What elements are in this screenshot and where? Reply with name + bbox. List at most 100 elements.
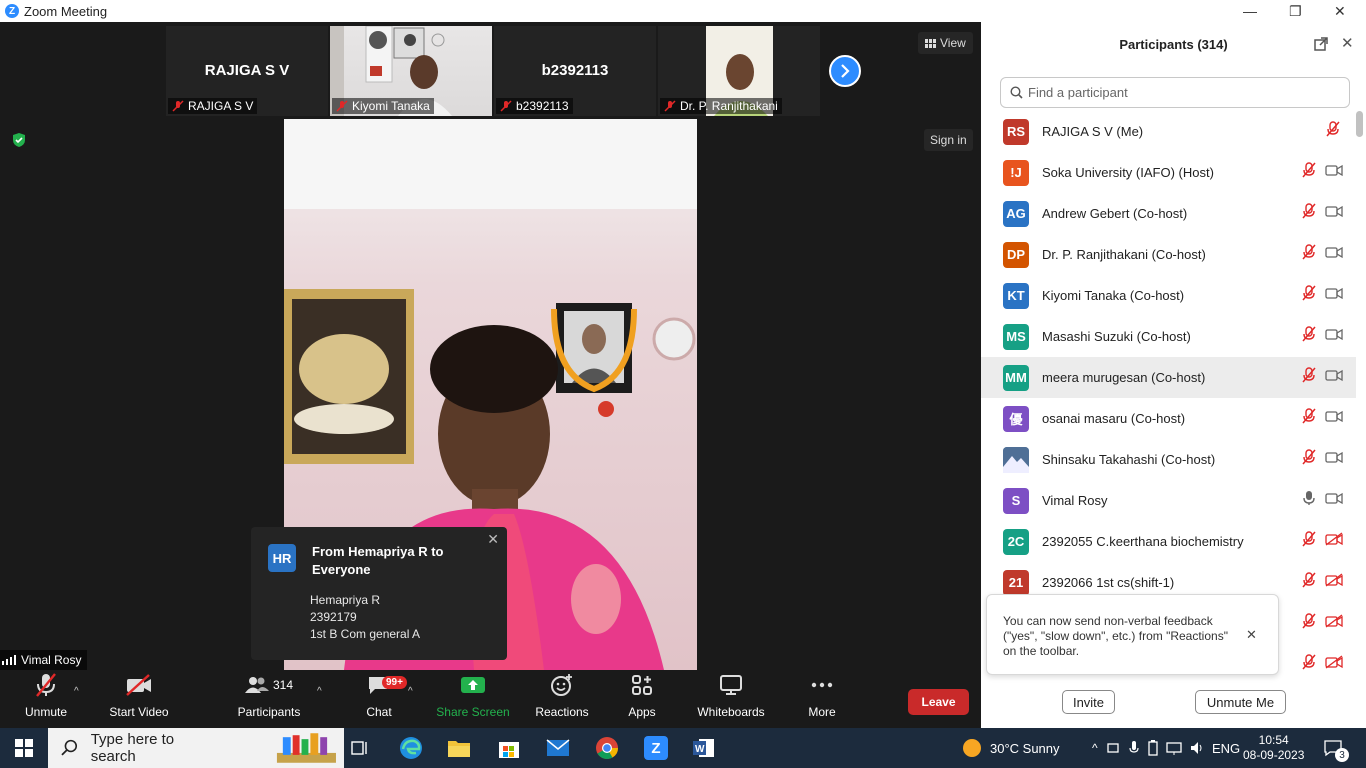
taskbar-search[interactable]: Type here to search — [48, 728, 344, 768]
thumbnail-tile[interactable]: b2392113 b2392113 — [494, 26, 656, 116]
whiteboard-icon — [720, 675, 742, 695]
share-screen-button[interactable]: Share Screen — [436, 670, 510, 728]
muted-mic-icon[interactable] — [1301, 285, 1317, 306]
muted-mic-icon[interactable] — [1301, 162, 1317, 183]
video-off-icon[interactable] — [1325, 573, 1343, 592]
windows-start-icon[interactable] — [12, 736, 36, 760]
taskbar-search-placeholder: Type here to search — [90, 731, 175, 765]
participants-button[interactable]: 314 Participants — [236, 670, 302, 728]
chat-notification[interactable]: HR From Hemapriya R to Everyone ✕ Hemapr… — [251, 527, 507, 660]
meeting-area: RAJIGA S V RAJIGA S V Kiyomi Tanaka b239… — [0, 22, 981, 728]
video-camera-icon[interactable] — [1325, 491, 1343, 510]
muted-mic-icon[interactable] — [1301, 654, 1317, 671]
next-page-button[interactable] — [829, 55, 861, 87]
video-off-icon[interactable] — [1325, 655, 1343, 671]
video-camera-icon[interactable] — [1325, 450, 1343, 469]
view-button[interactable]: View — [918, 32, 973, 54]
unmute-me-button[interactable]: Unmute Me — [1195, 690, 1286, 714]
thumbnail-tile[interactable]: Dr. P. Ranjithakani — [658, 26, 820, 116]
mail-icon[interactable] — [546, 736, 570, 760]
sign-in-button[interactable]: Sign in — [924, 129, 973, 151]
participant-row[interactable]: AG Andrew Gebert (Co-host) — [981, 193, 1356, 234]
whiteboards-button[interactable]: Whiteboards — [694, 670, 768, 728]
close-window-icon[interactable]: ✕ — [1334, 3, 1346, 20]
leave-button[interactable]: Leave — [908, 689, 969, 715]
muted-mic-icon[interactable] — [1301, 244, 1317, 265]
network-icon[interactable] — [1165, 741, 1182, 755]
participant-avatar: AG — [1003, 200, 1029, 227]
notifications-button[interactable]: 3 — [1324, 728, 1349, 768]
muted-mic-icon[interactable] — [1301, 326, 1317, 347]
muted-mic-icon[interactable] — [1301, 449, 1317, 470]
video-camera-icon[interactable] — [1325, 368, 1343, 387]
minimize-window-icon[interactable]: — — [1243, 3, 1257, 19]
participant-row[interactable]: RS RAJIGA S V (Me) — [981, 111, 1356, 152]
participant-row[interactable]: 優 osanai masaru (Co-host) — [981, 398, 1356, 439]
participant-row[interactable]: DP Dr. P. Ranjithakani (Co-host) — [981, 234, 1356, 275]
task-view-icon[interactable] — [348, 736, 372, 760]
weather-widget[interactable]: 30°C Sunny — [962, 728, 1060, 768]
restore-window-icon[interactable]: ❐ — [1289, 3, 1302, 20]
apps-button[interactable]: Apps — [624, 670, 660, 728]
close-panel-icon[interactable]: ✕ — [1341, 34, 1354, 52]
participant-search[interactable] — [1000, 77, 1350, 108]
security-shield-icon[interactable] — [11, 132, 27, 153]
participant-row[interactable]: MM meera murugesan (Co-host) — [981, 357, 1356, 398]
language-indicator[interactable]: ENG — [1212, 728, 1240, 768]
video-camera-icon[interactable] — [1325, 163, 1343, 182]
reactions-label: Reactions — [535, 705, 589, 719]
participant-row[interactable]: KT Kiyomi Tanaka (Co-host) — [981, 275, 1356, 316]
video-camera-icon[interactable] — [1325, 204, 1343, 223]
camera-tray-icon[interactable] — [1106, 741, 1120, 755]
video-camera-icon[interactable] — [1325, 327, 1343, 346]
invite-button[interactable]: Invite — [1062, 690, 1115, 714]
video-camera-icon[interactable] — [1325, 286, 1343, 305]
muted-mic-icon[interactable] — [1301, 203, 1317, 224]
muted-mic-icon[interactable] — [1301, 367, 1317, 388]
unmute-button[interactable]: Unmute — [18, 670, 74, 728]
thumbnail-tile[interactable]: RAJIGA S V RAJIGA S V — [166, 26, 328, 116]
participant-list-scrollbar[interactable] — [1356, 111, 1363, 671]
participant-row[interactable]: S Vimal Rosy — [981, 480, 1356, 521]
word-app-icon[interactable]: W — [692, 736, 716, 760]
participant-avatar: 優 — [1003, 405, 1029, 432]
muted-mic-icon[interactable] — [1301, 531, 1317, 552]
muted-mic-icon[interactable] — [1301, 572, 1317, 593]
muted-mic-icon[interactable] — [1325, 121, 1341, 142]
chrome-browser-icon[interactable] — [595, 736, 619, 760]
microsoft-store-icon[interactable] — [497, 736, 521, 760]
more-button[interactable]: More — [802, 670, 842, 728]
search-input[interactable] — [1028, 85, 1328, 100]
video-camera-icon[interactable] — [1325, 245, 1343, 264]
microphone-tray-icon[interactable] — [1128, 740, 1140, 756]
audio-options-chevron-icon[interactable]: ^ — [74, 686, 79, 697]
books-icon — [277, 733, 337, 763]
edge-browser-icon[interactable] — [399, 736, 423, 760]
close-icon[interactable]: ✕ — [487, 531, 499, 548]
clock[interactable]: 10:54 08-09-2023 — [1243, 728, 1304, 768]
popout-icon[interactable] — [1314, 37, 1328, 56]
speaker-icon[interactable] — [1190, 741, 1206, 755]
close-tip-icon[interactable]: ✕ — [1246, 627, 1257, 643]
chat-options-chevron-icon[interactable]: ^ — [408, 686, 413, 697]
participant-row[interactable]: MS Masashi Suzuki (Co-host) — [981, 316, 1356, 357]
chevron-up-icon[interactable]: ^ — [1092, 741, 1098, 755]
battery-icon[interactable] — [1147, 740, 1158, 756]
video-off-icon[interactable] — [1325, 532, 1343, 551]
mic-icon[interactable] — [1301, 490, 1317, 511]
participant-row[interactable]: !J Soka University (IAFO) (Host) — [981, 152, 1356, 193]
participants-options-chevron-icon[interactable]: ^ — [317, 686, 322, 697]
start-video-button[interactable]: Start Video — [104, 670, 174, 728]
muted-mic-icon[interactable] — [1301, 408, 1317, 429]
zoom-app-icon[interactable]: Z — [644, 736, 668, 760]
video-camera-icon[interactable] — [1325, 409, 1343, 428]
participant-row[interactable]: 2C 2392055 C.keerthana biochemistry — [981, 521, 1356, 562]
thumbnail-tile[interactable]: Kiyomi Tanaka — [330, 26, 492, 116]
reactions-button[interactable]: Reactions — [534, 670, 590, 728]
video-off-icon[interactable] — [1325, 614, 1343, 633]
participant-avatar: MS — [1003, 323, 1029, 350]
muted-mic-icon[interactable] — [1301, 613, 1317, 634]
file-explorer-icon[interactable] — [447, 736, 471, 760]
participant-row[interactable]: Shinsaku Takahashi (Co-host) — [981, 439, 1356, 480]
chat-message: Hemapriya R 2392179 1st B Com general A — [310, 592, 420, 643]
